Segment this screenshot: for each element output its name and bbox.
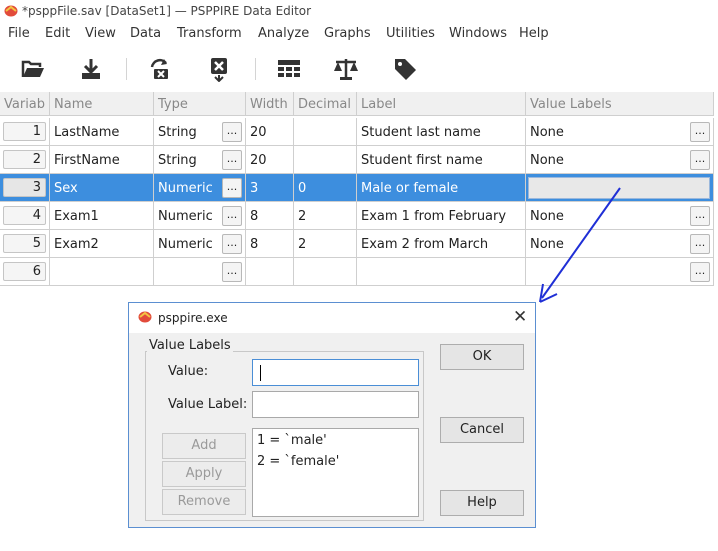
add-button[interactable]: Add — [162, 433, 246, 459]
value-label: Value: — [168, 364, 209, 379]
value-label-label: Value Label: — [168, 397, 248, 412]
value-labels-dialog: psppire.exe ✕ Value Labels Value: Value … — [128, 302, 536, 528]
dialog-title: psppire.exe — [158, 311, 228, 325]
group-label: Value Labels — [147, 338, 233, 353]
close-icon[interactable]: ✕ — [513, 307, 527, 327]
list-item[interactable]: 2 = `female' — [257, 454, 339, 469]
value-label-input[interactable] — [252, 391, 419, 418]
dialog-title-bar: psppire.exe ✕ — [129, 303, 535, 333]
text-cursor — [260, 365, 261, 381]
help-button[interactable]: Help — [440, 490, 524, 516]
ok-button[interactable]: OK — [440, 344, 524, 370]
value-input[interactable] — [252, 359, 419, 386]
remove-button[interactable]: Remove — [162, 489, 246, 515]
list-item[interactable]: 1 = `male' — [257, 433, 327, 448]
app-icon — [138, 311, 152, 323]
cancel-button[interactable]: Cancel — [440, 417, 524, 443]
value-labels-list[interactable]: 1 = `male' 2 = `female' — [252, 428, 419, 517]
apply-button[interactable]: Apply — [162, 461, 246, 487]
